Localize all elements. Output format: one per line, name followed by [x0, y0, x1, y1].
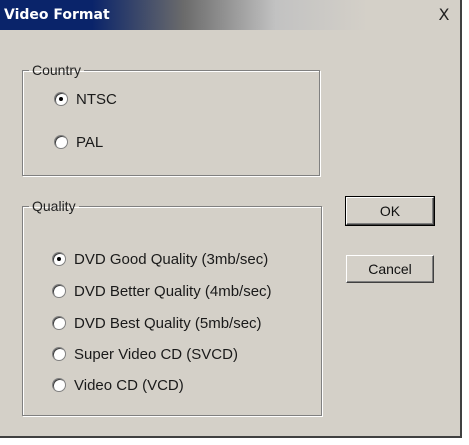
radio-dvd-better-indicator[interactable] [52, 284, 66, 298]
radio-dvd-good-indicator[interactable] [52, 252, 66, 266]
radio-dvd-good-label: DVD Good Quality (3mb/sec) [74, 250, 269, 268]
radio-dvd-best-label: DVD Best Quality (5mb/sec) [74, 314, 262, 332]
video-format-dialog: Video Format X Country NTSC PAL Quality … [0, 0, 462, 438]
radio-pal[interactable]: PAL [54, 131, 103, 153]
ok-button[interactable]: OK [345, 196, 435, 226]
radio-vcd[interactable]: Video CD (VCD) [52, 374, 184, 396]
radio-svcd-indicator[interactable] [52, 347, 66, 361]
radio-svcd[interactable]: Super Video CD (SVCD) [52, 343, 238, 365]
radio-dvd-good[interactable]: DVD Good Quality (3mb/sec) [52, 248, 268, 270]
radio-pal-indicator[interactable] [54, 135, 68, 149]
radio-ntsc[interactable]: NTSC [54, 88, 117, 110]
radio-dvd-better-label: DVD Better Quality (4mb/sec) [74, 282, 272, 300]
radio-vcd-label: Video CD (VCD) [74, 376, 184, 394]
radio-svcd-label: Super Video CD (SVCD) [74, 345, 238, 363]
radio-vcd-indicator[interactable] [52, 378, 66, 392]
country-group-label: Country [32, 62, 82, 78]
quality-group-label: Quality [32, 198, 76, 214]
radio-dvd-best-indicator[interactable] [52, 316, 66, 330]
radio-ntsc-indicator[interactable] [54, 92, 68, 106]
radio-ntsc-label: NTSC [76, 90, 117, 108]
dialog-title: Video Format [4, 7, 110, 23]
radio-dvd-best[interactable]: DVD Best Quality (5mb/sec) [52, 312, 262, 334]
radio-dvd-better[interactable]: DVD Better Quality (4mb/sec) [52, 280, 272, 302]
close-button[interactable]: X [434, 6, 454, 24]
radio-pal-label: PAL [76, 133, 104, 151]
country-group: Country [22, 62, 320, 176]
title-bar[interactable]: Video Format X [0, 0, 460, 30]
cancel-button[interactable]: Cancel [346, 255, 434, 283]
